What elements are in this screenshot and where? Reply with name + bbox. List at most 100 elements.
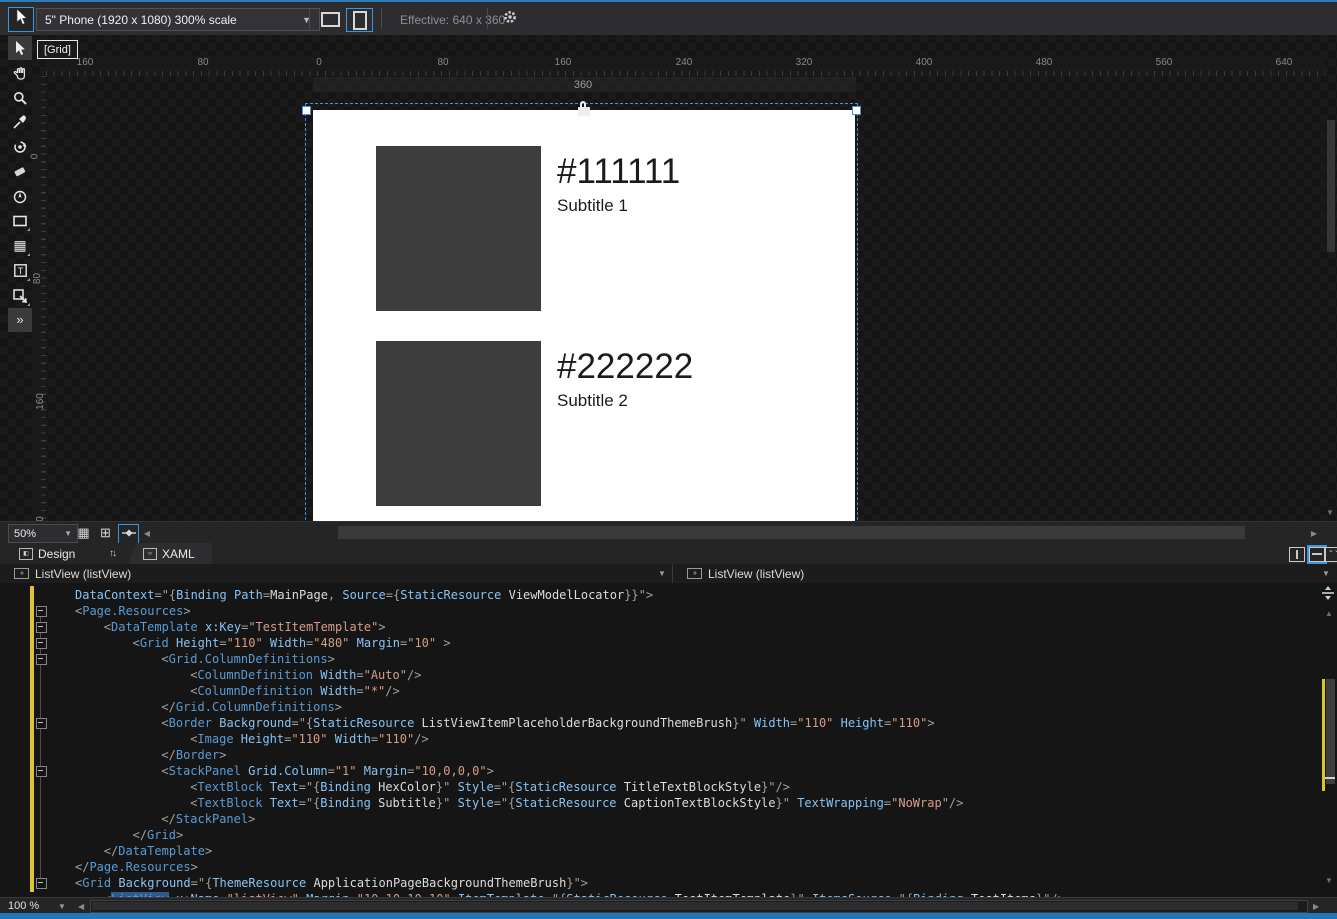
camera-orbit-tool-icon <box>13 140 27 154</box>
fold-collapse-button[interactable] <box>36 878 47 889</box>
scrollbar-thumb[interactable] <box>1327 120 1335 252</box>
code-line-15[interactable]: </StackPanel> <box>48 811 1320 827</box>
portrait-orientation-button[interactable] <box>346 8 373 32</box>
swap-panes-button[interactable]: ↑↓ <box>100 543 124 564</box>
listview-item-1-image-placeholder[interactable] <box>376 146 541 311</box>
editor-vertical-scrollbar[interactable]: ▲ ▼ <box>1322 601 1337 891</box>
code-line-5[interactable]: <Grid.ColumnDefinitions> <box>48 651 1320 667</box>
scroll-right-arrow[interactable]: ▶ <box>1313 902 1319 911</box>
scrollbar-thumb[interactable] <box>92 902 1298 910</box>
code-line-16[interactable]: </Grid> <box>48 827 1320 843</box>
tab-design[interactable]: ◧ Design <box>10 543 84 564</box>
phone-canvas[interactable]: #111111 Subtitle 1 #222222 Subtitle 2 <box>313 110 855 521</box>
vertical-split-button[interactable] <box>1289 547 1305 562</box>
xaml-element-icon: ‹› <box>14 568 29 579</box>
code-line-13[interactable]: <TextBlock Text="{Binding HexColor}" Sty… <box>48 779 1320 795</box>
grid-icon: ▦ <box>77 525 90 540</box>
code-line-10[interactable]: <Image Height="110" Width="110"/> <box>48 731 1320 747</box>
breadcrumb-right[interactable]: ‹› ListView (listView) <box>687 564 804 583</box>
fold-collapse-button[interactable] <box>36 766 47 777</box>
code-line-3[interactable]: <DataTemplate x:Key="TestItemTemplate"> <box>48 619 1320 635</box>
xaml-code-editor[interactable]: DataContext="{Binding Path=MainPage, Sou… <box>0 583 1337 897</box>
eyedropper-tool[interactable] <box>8 110 32 134</box>
code-line-6[interactable]: <ColumnDefinition Width="Auto"/> <box>48 667 1320 683</box>
code-line-17[interactable]: </DataTemplate> <box>48 843 1320 859</box>
pan-tool[interactable] <box>8 61 32 85</box>
pen-tool[interactable] <box>8 185 32 209</box>
asset-select-tool[interactable] <box>8 284 32 308</box>
show-grid-button[interactable]: ▦ <box>74 524 93 542</box>
text-tool[interactable]: T <box>8 259 32 283</box>
pen-tool-icon <box>13 190 27 204</box>
designer-zoom-dropdown[interactable]: 50% ▼ <box>8 524 78 543</box>
code-line-2[interactable]: <Page.Resources> <box>48 603 1320 619</box>
editor-horizontal-scrollbar[interactable] <box>90 900 1308 913</box>
rectangle-tool[interactable] <box>8 209 32 233</box>
code-line-11[interactable]: </Border> <box>48 747 1320 763</box>
fold-collapse-button[interactable] <box>36 622 47 633</box>
selection-handle-top-left[interactable] <box>302 106 311 115</box>
designer-vertical-scrollbar[interactable]: ▼ <box>1325 35 1337 521</box>
selection-cursor-button[interactable] <box>8 7 34 32</box>
scrollbar-thumb[interactable] <box>1326 679 1335 784</box>
more-tools[interactable]: » <box>8 308 32 333</box>
snap-to-snaplines-button[interactable] <box>118 524 139 544</box>
xaml-view-icon: ‹› <box>143 547 157 560</box>
horizontal-split-button[interactable] <box>1307 545 1327 564</box>
scrollbar-thumb[interactable] <box>338 526 1245 539</box>
scroll-up-arrow[interactable]: ▲ <box>1325 609 1333 618</box>
horizontal-split-icon <box>1312 553 1322 555</box>
chevron-down-icon[interactable]: ▼ <box>58 902 66 911</box>
chevron-down-icon[interactable]: ▼ <box>1322 569 1330 578</box>
code-line-19[interactable]: <Grid Background="{ThemeResource Applica… <box>48 875 1320 891</box>
grid-tool[interactable]: ▦ <box>8 234 32 258</box>
code-line-8[interactable]: </Grid.ColumnDefinitions> <box>48 699 1320 715</box>
scroll-down-arrow[interactable]: ▼ <box>1326 508 1334 517</box>
editor-zoom-value[interactable]: 100 % <box>8 900 39 912</box>
fold-collapse-button[interactable] <box>36 654 47 665</box>
lock-icon <box>578 101 590 117</box>
code-line-9[interactable]: <Border Background="{StaticResource List… <box>48 715 1320 731</box>
scroll-left-arrow[interactable]: ◀ <box>141 527 153 539</box>
code-line-12[interactable]: <StackPanel Grid.Column="1" Margin="10,0… <box>48 763 1320 779</box>
code-line-1[interactable]: DataContext="{Binding Path=MainPage, Sou… <box>48 587 1320 603</box>
eraser-tool[interactable] <box>8 160 32 184</box>
listview-item-2-title[interactable]: #222222 <box>557 347 693 387</box>
selection-handle-top-right[interactable] <box>852 106 861 115</box>
snap-to-grid-button[interactable]: ⊞ <box>96 524 115 542</box>
fold-collapse-button[interactable] <box>36 718 47 729</box>
code-line-18[interactable]: </Page.Resources> <box>48 859 1320 875</box>
device-selector-dropdown[interactable]: 5" Phone (1920 x 1080) 300% scale ▼ <box>36 8 320 31</box>
tab-xaml[interactable]: ‹› XAML <box>128 543 212 564</box>
designer-horizontal-scrollbar[interactable] <box>154 526 1306 539</box>
listview-item-2-image-placeholder[interactable] <box>376 341 541 506</box>
changed-lines-margin <box>30 586 34 892</box>
fold-collapse-button[interactable] <box>36 638 47 649</box>
collapse-pane-icon: ⌄⌄ <box>1328 547 1337 554</box>
horizontal-ruler: 160 80 0 80 160 240 320 400 480 560 640 <box>46 56 1325 76</box>
chevron-down-icon[interactable]: ▼ <box>658 569 666 578</box>
listview-item-1-title[interactable]: #111111 <box>557 152 680 192</box>
breadcrumb-left[interactable]: ‹› ListView (listView) <box>14 564 131 583</box>
fold-collapse-button[interactable] <box>36 606 47 617</box>
code-line-14[interactable]: <TextBlock Text="{Binding Subtitle}" Sty… <box>48 795 1320 811</box>
zoom-tool[interactable] <box>8 86 32 110</box>
design-surface[interactable]: ▦ T » 160 80 0 80 160 240 320 400 480 560 640 0 80 160… <box>0 35 1337 521</box>
pan-tool-icon <box>13 66 27 80</box>
rectangle-tool-icon <box>13 215 27 227</box>
code-line-4[interactable]: <Grid Height="110" Width="480" Margin="1… <box>48 635 1320 651</box>
code-line-7[interactable]: <ColumnDefinition Width="*"/> <box>48 683 1320 699</box>
listview-item-1-subtitle[interactable]: Subtitle 1 <box>557 196 628 216</box>
listview-item-2-subtitle[interactable]: Subtitle 2 <box>557 391 628 411</box>
vertical-ruler: 080160240 <box>29 76 46 521</box>
scroll-left-arrow[interactable]: ◀ <box>78 902 84 911</box>
selection-tool[interactable] <box>8 36 32 60</box>
collapse-pane-button[interactable]: ⌄⌄ <box>1325 547 1337 562</box>
landscape-orientation-button[interactable] <box>318 8 343 30</box>
scroll-right-arrow[interactable]: ▶ <box>1308 527 1320 539</box>
editor-split-handle[interactable] <box>1320 585 1336 601</box>
scroll-down-arrow[interactable]: ▼ <box>1325 876 1333 885</box>
designer-settings-button[interactable] <box>499 8 521 30</box>
landscape-icon <box>321 11 340 27</box>
grid-tooltip: [Grid] <box>37 40 78 59</box>
